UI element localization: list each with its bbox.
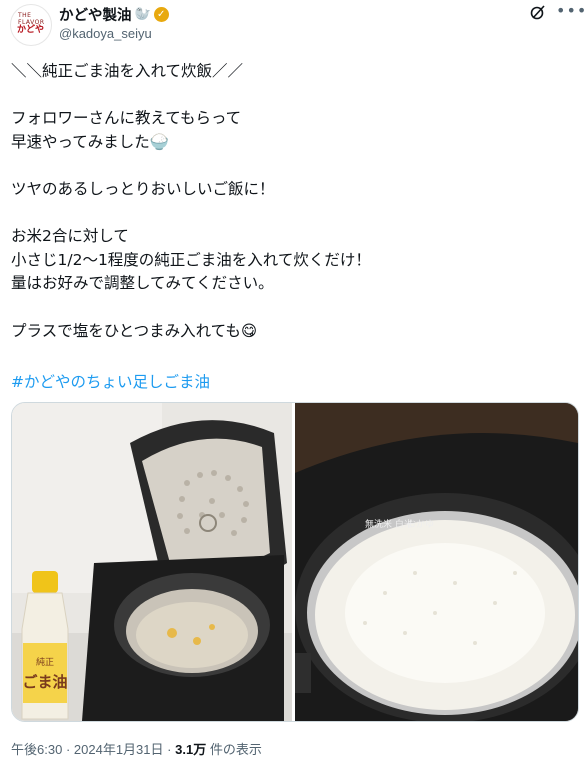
handle[interactable]: @kadoya_seiyu xyxy=(59,26,152,41)
post-line: ツヤのあるしっとりおいしいご飯に！ xyxy=(11,179,275,198)
post-line: フォロワーさんに教えてもらって xyxy=(11,109,242,128)
pot-label: 無洗米 白米 xyxy=(365,518,413,530)
views-count: 3.1万 xyxy=(175,742,207,757)
post-line: プラスで塩をひとつまみ入れても😋 xyxy=(11,321,258,340)
more-options-icon[interactable]: ••• xyxy=(556,1,587,20)
media-grid: 純正 ごま油 無洗米 白米 おかゆ xyxy=(11,402,579,722)
post-line: 小さじ1/2〜1程度の純正ごま油を入れて炊くだけ！ xyxy=(11,250,371,269)
verified-badge-icon[interactable]: ✓ xyxy=(153,7,169,22)
post-line: 早速やってみました🍚 xyxy=(11,132,170,151)
post-date[interactable]: 2024年1月31日 xyxy=(74,742,164,757)
bottle-sub-label: 純正 xyxy=(36,656,54,668)
post-time[interactable]: 午後6:30 xyxy=(11,742,62,757)
views-label: 件の表示 xyxy=(209,742,262,757)
avatar-logo: かどや xyxy=(17,25,45,35)
display-name[interactable]: かどや製油 xyxy=(59,4,132,25)
avatar[interactable]: THE FLAVOR かどや xyxy=(10,4,52,46)
hashtag-link[interactable]: #かどやのちょい足しごま油 xyxy=(11,370,210,392)
post-line xyxy=(11,154,571,178)
pot-label-2: おかゆ xyxy=(407,519,434,530)
name-row: かどや製油 🦭 ✓ xyxy=(59,4,169,25)
bottle-label: ごま油 xyxy=(22,673,67,691)
post-line: ＼＼純正ごま油を入れて炊飯／／ xyxy=(11,62,244,80)
meta-separator: · xyxy=(167,742,172,757)
post-text: ＼＼純正ごま油を入れて炊飯／／ フォロワーさんに教えてもらって 早速やってみまし… xyxy=(11,60,571,343)
grok-icon[interactable] xyxy=(530,4,546,20)
post-line: お米2合に対して xyxy=(11,227,129,246)
post-line xyxy=(11,296,571,320)
photo-rice-cooker-open[interactable]: 純正 ごま油 xyxy=(12,403,292,721)
post-line xyxy=(11,202,571,226)
seal-emoji: 🦭 xyxy=(134,7,151,22)
post-line: 量はお好みで調整してみてください。 xyxy=(11,274,274,293)
post-meta: 午後6:30 · 2024年1月31日 · 3.1万 件の表示 xyxy=(11,739,262,758)
meta-separator: · xyxy=(65,742,71,757)
photo-cooked-rice[interactable]: 無洗米 白米 おかゆ xyxy=(295,403,578,721)
post-line xyxy=(11,84,571,108)
post-header: THE FLAVOR かどや かどや製油 🦭 ✓ @kadoya_seiyu •… xyxy=(0,0,587,50)
